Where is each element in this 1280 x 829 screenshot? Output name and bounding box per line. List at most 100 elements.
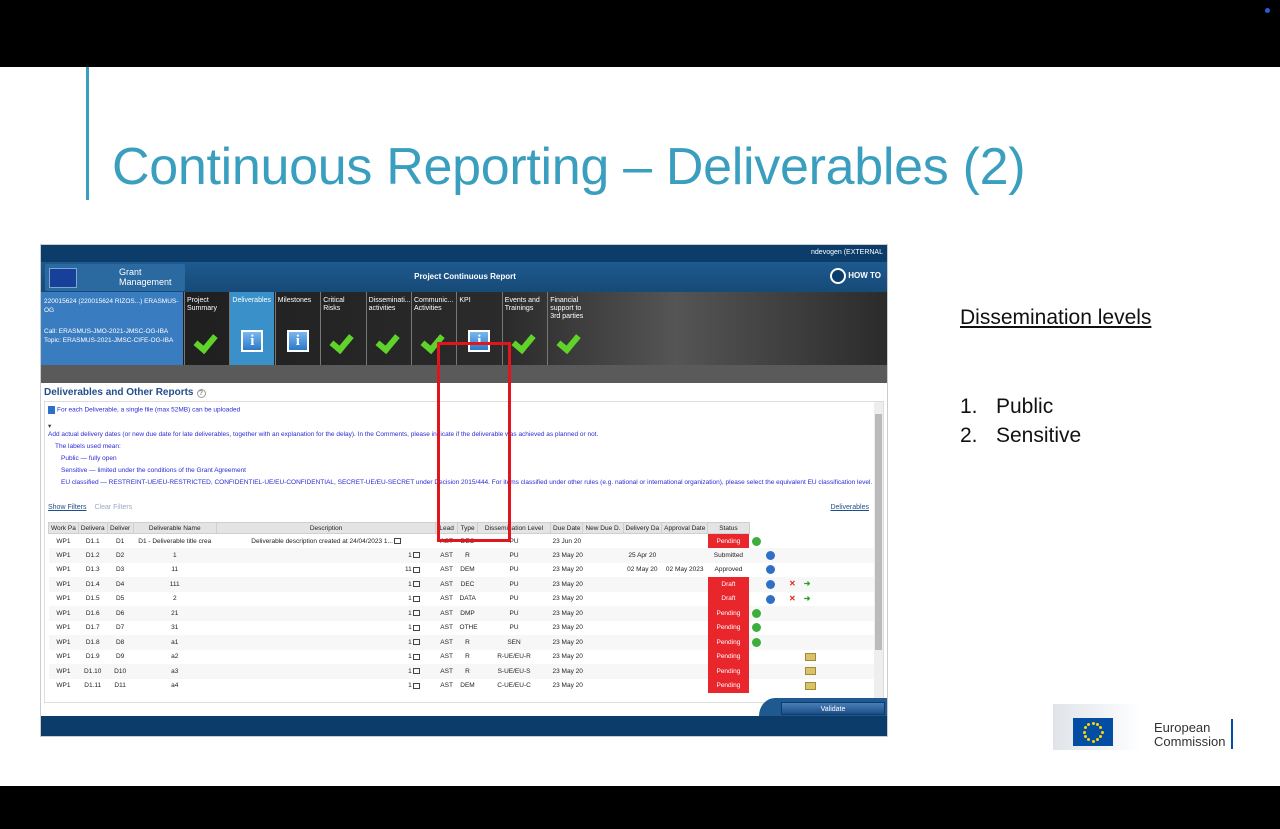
column-header[interactable]: Due Date [550, 522, 584, 534]
cell-name: 1 [133, 548, 217, 563]
view-icon[interactable] [766, 550, 776, 560]
edit-description-icon[interactable] [412, 624, 420, 631]
cell-text: D1.3 [85, 566, 100, 574]
edit-description-icon[interactable] [412, 682, 420, 689]
column-header[interactable]: New Due D. [582, 522, 624, 534]
help-icon[interactable]: ? [196, 389, 206, 398]
cell-text: WP1 [56, 667, 71, 675]
validate-button[interactable]: Validate [781, 702, 885, 715]
column-header[interactable]: Deliver [106, 522, 134, 534]
delete-icon[interactable]: ✕ [789, 579, 796, 588]
cell-text: AST [440, 682, 453, 690]
cell-type: DEC [457, 577, 478, 592]
row-actions [749, 563, 882, 578]
column-header[interactable]: Delivery Da [622, 522, 663, 534]
edit-description-icon[interactable] [412, 581, 420, 588]
cell-text: WP1 [56, 624, 71, 632]
cell-desc: 1 [216, 548, 436, 563]
table-row[interactable]: WP1 D1.6 D6 21 1 AST DMP PU 23 May 20 Pending [48, 606, 883, 621]
tab-milestones[interactable]: Milestones i [274, 292, 320, 365]
upload-icon[interactable] [752, 536, 762, 546]
table-row[interactable]: WP1 D1.10 D10 a3 1 AST R S-UE/EU-S 23 May 20 Pend… [48, 664, 883, 679]
tab-project-summary[interactable]: Project Summary [184, 292, 229, 365]
edit-description-icon[interactable] [412, 610, 420, 617]
view-icon[interactable] [766, 594, 776, 604]
table-row[interactable]: WP1 D1.9 D9 a2 1 AST R R-UE/EU-R 23 May 20 Pendin… [49, 649, 883, 664]
table-row[interactable]: WP1 D1.4 D4 111 1 AST DEC PU 23 May 20 Draft ✕ ➜ [48, 577, 883, 592]
cell-newdue [582, 635, 624, 650]
cell-status: Pending [707, 606, 750, 621]
upload-icon[interactable] [752, 608, 762, 618]
check-icon [513, 329, 537, 353]
how-to-button[interactable]: HOW TO [830, 267, 885, 284]
cell-text: a2 [171, 653, 179, 661]
delete-icon[interactable]: ✕ [789, 594, 796, 603]
cell-text: D1.1 [85, 537, 100, 545]
cell-d2: D1 [107, 534, 133, 549]
header-title: Project Continuous Report [414, 272, 516, 281]
deliverables-table: Work Pa Delivera Deliver Deliverable Name De… [48, 522, 884, 694]
column-header[interactable]: Deliverable Name [132, 522, 217, 534]
tab-deliverables[interactable]: Deliverables i [229, 292, 275, 365]
cell-desc: Deliverable description created at 24/04… [216, 534, 435, 549]
edit-description-icon[interactable] [412, 595, 420, 602]
table-row[interactable]: WP1 D1.2 D2 1 1 AST R PU 23 May 20 25 Apr 20 Submi… [48, 548, 883, 563]
column-header[interactable]: Approval Date [661, 522, 709, 534]
collapse-toggle-icon[interactable]: ▾ [48, 422, 51, 430]
star-icon [1100, 730, 1104, 734]
cell-delivery: 25 Apr 20 [623, 548, 662, 563]
cell-due: 23 May 20 [551, 621, 583, 636]
edit-description-icon[interactable] [412, 668, 420, 675]
view-icon[interactable] [766, 565, 776, 575]
upload-icon[interactable] [752, 623, 762, 633]
cell-text: D1.2 [85, 551, 100, 559]
cell-desc: 11 [216, 563, 435, 578]
tab-financial-support-to-3rd-parties[interactable]: Financial support to 3rd parties [547, 292, 592, 365]
cell-text: R [465, 667, 470, 675]
cell-d1: D1.11 [78, 679, 107, 694]
cell-text: 21 [171, 609, 179, 617]
view-icon[interactable] [766, 580, 776, 590]
upload-icon[interactable] [752, 637, 762, 647]
folder-upload-icon[interactable] [805, 652, 817, 661]
folder-upload-icon[interactable] [805, 681, 817, 690]
cell-due: 23 May 20 [550, 577, 583, 592]
edit-description-icon[interactable] [412, 639, 420, 646]
cell-approval: 02 May 2023 [662, 563, 708, 578]
folder-upload-icon[interactable] [805, 667, 817, 676]
table-row[interactable]: WP1 D1.3 D3 11 11 AST DEM PU 23 May 20 02 May 20 0… [49, 563, 883, 578]
show-filters-link[interactable]: Show Filters [48, 504, 87, 511]
column-header[interactable]: Description [215, 522, 437, 534]
cell-name: a3 [133, 664, 217, 679]
deliverables-link[interactable]: Deliverables [830, 504, 869, 511]
edit-description-icon[interactable] [393, 537, 401, 544]
column-header[interactable]: Work Pa [48, 522, 79, 534]
scroll-thumb[interactable] [875, 414, 882, 650]
cell-due: 23 May 20 [551, 563, 583, 578]
clear-filters-link[interactable]: Clear Filters [94, 504, 132, 511]
user-name[interactable]: ndevogen (EXTERNAL [811, 249, 883, 256]
tab-critical-risks[interactable]: Critical Risks [320, 292, 365, 365]
submit-arrow-icon[interactable]: ➜ [804, 579, 811, 588]
column-header[interactable]: Delivera [77, 522, 108, 534]
cell-approval [662, 534, 708, 549]
table-row[interactable]: WP1 D1.5 D5 2 1 AST DATA PU 23 May 20 Draft ✕ ➜ [49, 591, 883, 606]
table-row[interactable]: WP1 D1.8 D8 a1 1 AST R SEN 23 May 20 Pending [48, 635, 883, 650]
edit-description-icon[interactable] [412, 566, 420, 573]
cell-text: WP1 [56, 638, 71, 646]
check-icon [377, 329, 401, 353]
column-header[interactable]: Status [707, 522, 750, 534]
edit-description-icon[interactable] [412, 653, 420, 660]
submit-arrow-icon[interactable]: ➜ [804, 594, 811, 603]
table-row[interactable]: WP1 D1.7 D7 31 1 AST OTHER PU 23 May 20 Pending [49, 620, 883, 636]
actions-header [748, 522, 884, 534]
cell-lead: AST [435, 635, 458, 650]
cell-text: WP1 [56, 566, 71, 574]
cell-text: Pending [716, 653, 741, 661]
table-row[interactable]: WP1 D1.11 D11 a4 1 AST DEM C-UE/EU-C 23 May 20 Pe… [49, 678, 883, 694]
edit-description-icon[interactable] [412, 552, 420, 559]
cell-d2: D2 [107, 548, 134, 563]
vertical-scrollbar[interactable] [874, 402, 883, 702]
tab-disseminati-activities[interactable]: Disseminati... activities [365, 292, 411, 365]
cell-lead: AST [436, 563, 458, 578]
